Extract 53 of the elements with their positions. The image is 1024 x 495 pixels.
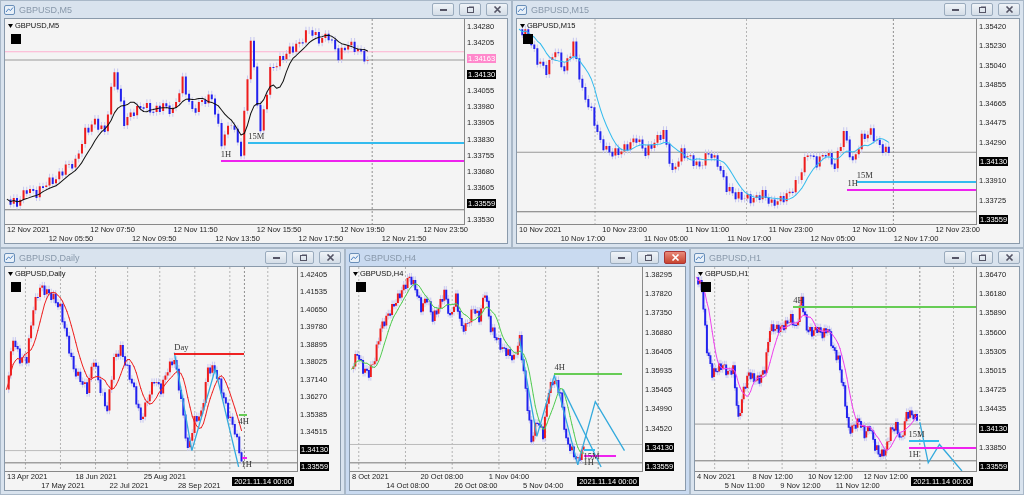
restore-button[interactable] <box>459 3 481 16</box>
minimize-icon <box>438 6 448 13</box>
restore-icon <box>643 254 653 261</box>
minimize-button[interactable] <box>944 251 966 264</box>
window-title: GBPUSD,M5 <box>19 4 73 15</box>
chart-window-icon <box>516 4 527 15</box>
close-icon <box>1004 254 1014 261</box>
minimize-icon <box>616 254 626 261</box>
chart-window-icon <box>694 252 705 263</box>
restore-button[interactable] <box>637 251 659 264</box>
minimize-icon <box>950 254 960 261</box>
restore-icon <box>977 6 987 13</box>
restore-button[interactable] <box>971 3 993 16</box>
close-button[interactable] <box>319 251 341 264</box>
window-title: GBPUSD,H1 <box>709 252 762 263</box>
level-label: 4H <box>554 363 565 373</box>
window-title: GBPUSD,M15 <box>531 4 591 15</box>
close-icon <box>1004 6 1014 13</box>
close-button[interactable] <box>998 3 1020 16</box>
chart-window-icon <box>4 4 15 15</box>
minimize-button[interactable] <box>432 3 454 16</box>
restore-icon <box>977 254 987 261</box>
minimize-button[interactable] <box>944 3 966 16</box>
caret-icon <box>8 271 13 276</box>
caret-icon <box>698 271 703 276</box>
restore-icon <box>465 6 475 13</box>
close-icon <box>670 254 680 261</box>
close-button[interactable] <box>664 251 686 264</box>
minimize-icon <box>271 254 281 261</box>
chart-window-icon <box>349 252 360 263</box>
close-icon <box>325 254 335 261</box>
minimize-icon <box>950 6 960 13</box>
level-label: 1H <box>220 150 232 160</box>
minimize-button[interactable] <box>265 251 287 264</box>
level-label: 1H <box>908 449 919 459</box>
restore-icon <box>298 254 308 261</box>
caret-icon <box>353 271 358 276</box>
level-label: 15M <box>248 132 265 141</box>
window-title: GBPUSD,Daily <box>19 252 81 263</box>
minimize-button[interactable] <box>610 251 632 264</box>
close-button[interactable] <box>998 251 1020 264</box>
restore-button[interactable] <box>292 251 314 264</box>
window-title: GBPUSD,H4 <box>364 252 417 263</box>
close-button[interactable] <box>486 3 508 16</box>
level-label: 15M <box>856 170 873 180</box>
level-label: 1H <box>847 179 858 189</box>
caret-icon <box>8 23 13 28</box>
level-label: Day <box>174 342 189 352</box>
level-label: 1H <box>241 459 252 469</box>
chart-window-icon <box>4 252 15 263</box>
restore-button[interactable] <box>971 251 993 264</box>
caret-icon <box>520 23 525 28</box>
close-icon <box>492 6 502 13</box>
